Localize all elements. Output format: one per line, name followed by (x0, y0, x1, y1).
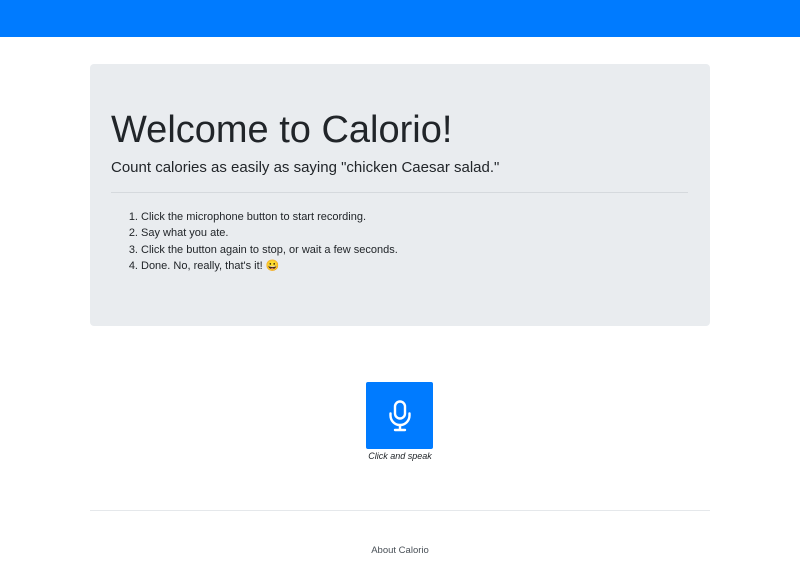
instruction-step-1: 1. Click the microphone button to start r… (128, 211, 367, 223)
instructions-list: 1. Click the microphone button to start r… (112, 209, 398, 274)
instruction-step-3: 3. Click the button again to stop, or wai… (128, 243, 398, 256)
instruction-step-4: 4. Done. No, really, that's it! 😀 (128, 259, 280, 272)
grinning-face-icon: 😀 (265, 259, 280, 272)
about-link[interactable]: About Calorio (300, 545, 500, 557)
mic-caption: Click and speak (368, 451, 432, 461)
instruction-step-2: 2. Say what you ate. (128, 227, 229, 240)
record-microphone-button[interactable] (366, 382, 433, 449)
jumbotron-divider (111, 192, 688, 193)
page-title: Welcome to Calorio! (111, 109, 453, 151)
top-navbar (0, 0, 800, 37)
welcome-jumbotron: Welcome to Calorio! Count calories as ea… (90, 64, 710, 326)
footer-divider (90, 510, 710, 511)
lead-text: Count calories as easily as saying "chic… (111, 159, 500, 176)
microphone-icon (388, 399, 411, 431)
